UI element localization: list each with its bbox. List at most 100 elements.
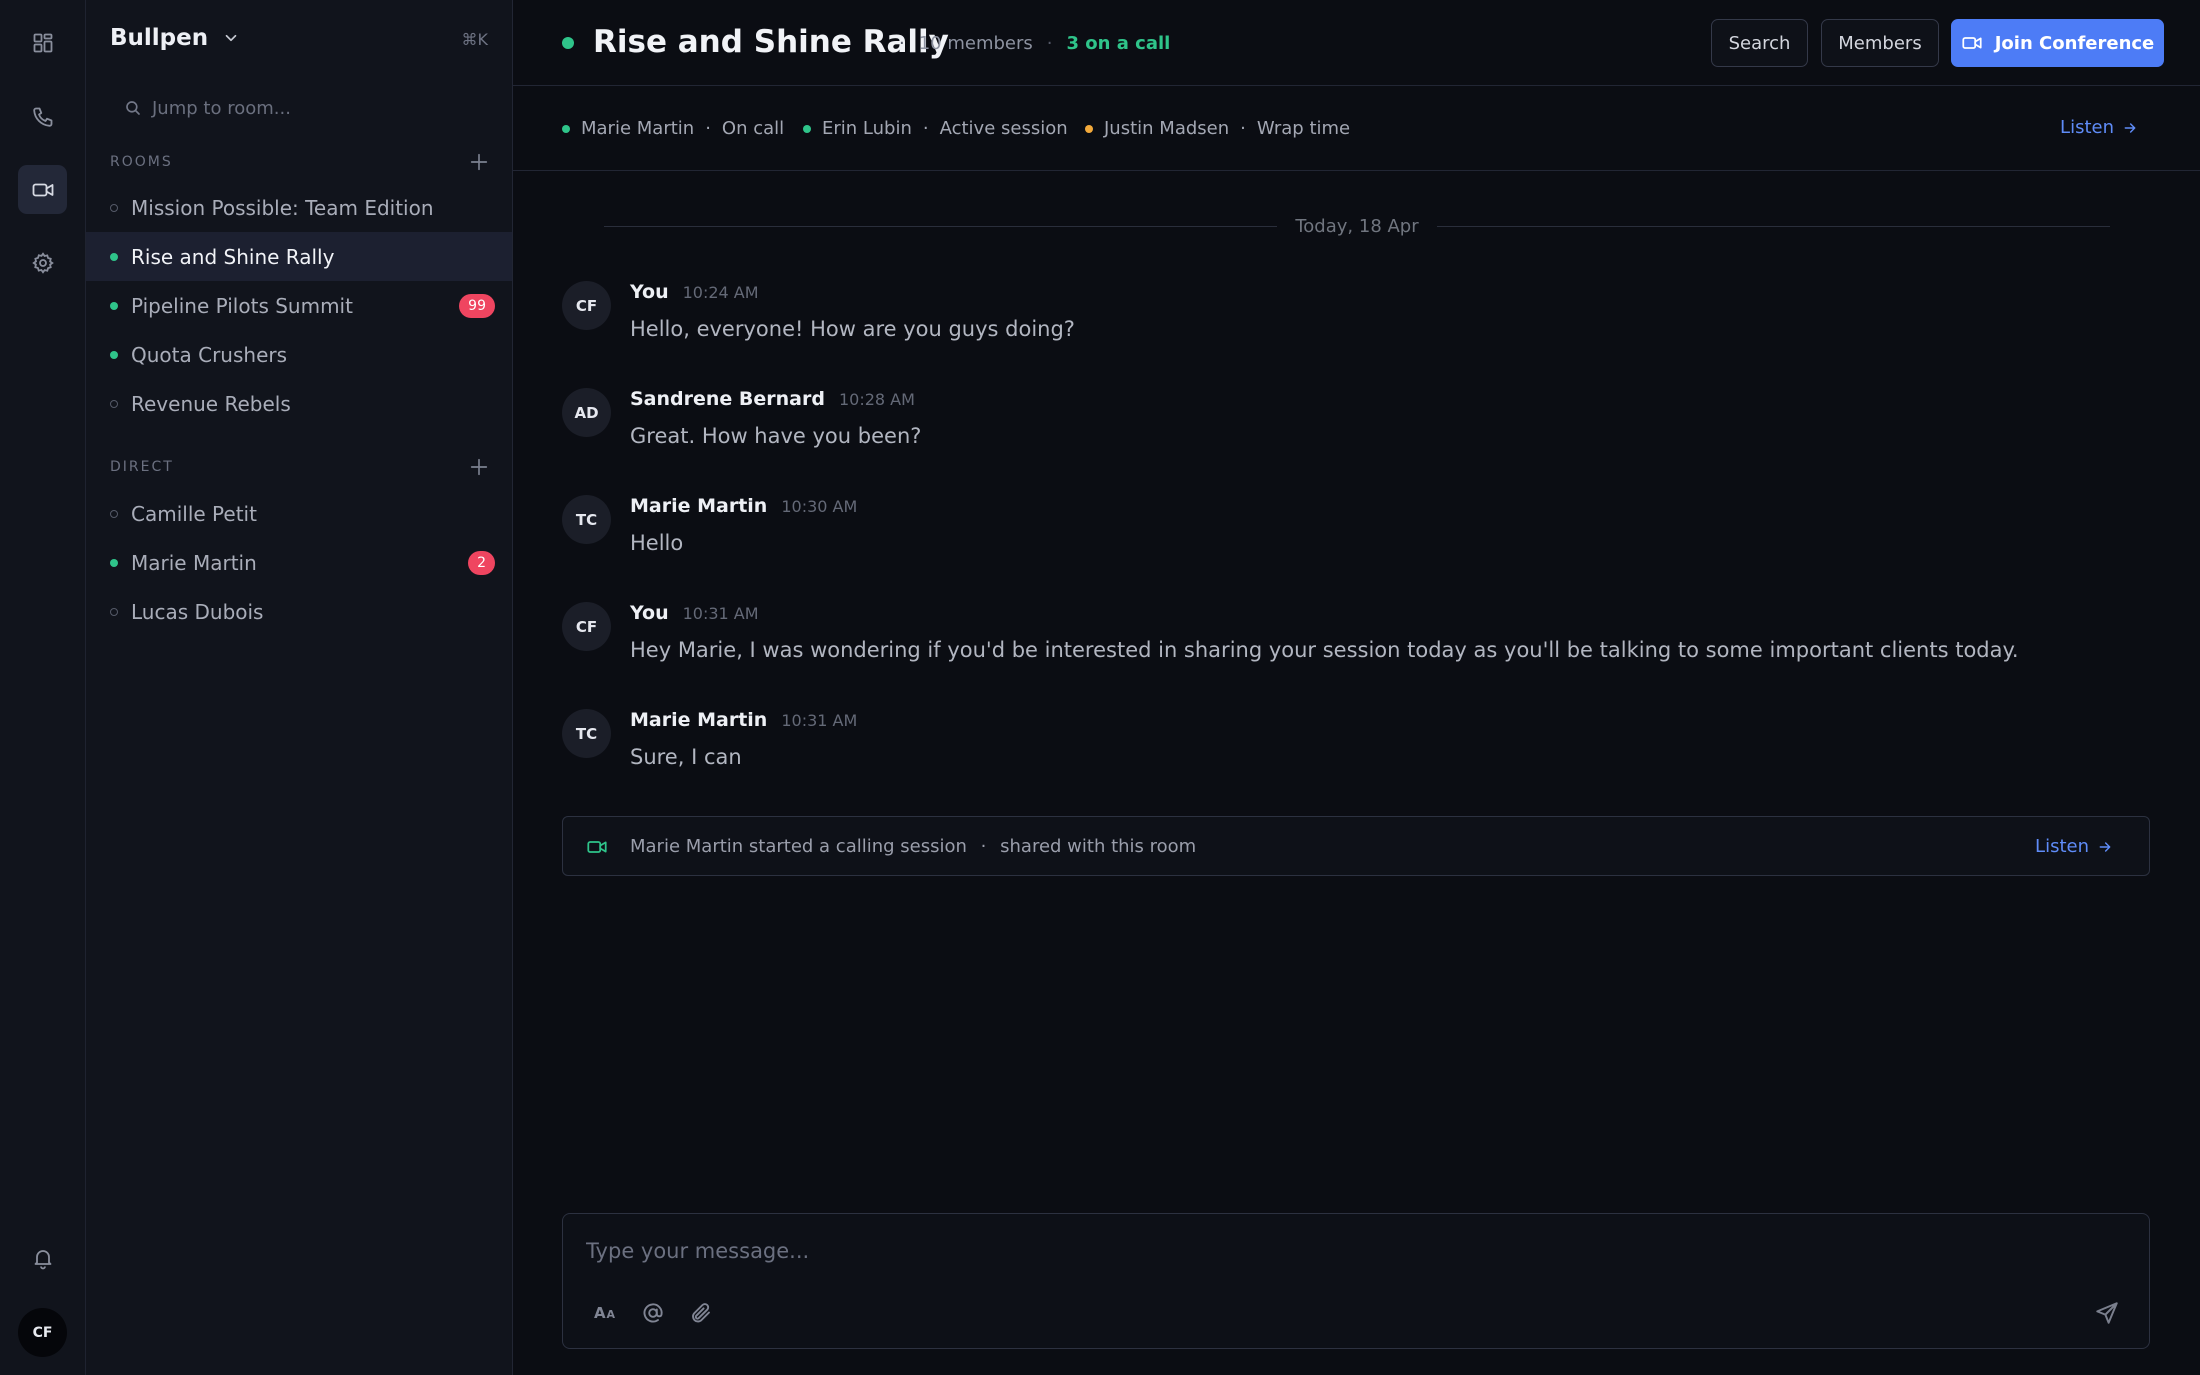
message-body: Great. How have you been? <box>630 424 922 448</box>
offline-dot <box>110 607 118 616</box>
message-header: You 10:24 AM <box>630 281 759 303</box>
message-time: 10:24 AM <box>682 283 759 302</box>
direct-label: DIRECT <box>110 459 174 475</box>
message-author[interactable]: You <box>630 281 669 303</box>
arrow-right-icon <box>2122 120 2138 136</box>
offline-dot <box>110 399 118 408</box>
separator: · <box>922 118 929 139</box>
sidebar-item-marie-martin[interactable]: Marie Martin 2 <box>86 538 512 587</box>
dm-label: Lucas Dubois <box>131 599 264 624</box>
agent-name: Marie Martin <box>581 118 695 139</box>
join-conference-label: Join Conference <box>1994 32 2155 54</box>
sidebar-item-camille-petit[interactable]: Camille Petit <box>86 489 512 538</box>
online-dot <box>110 252 118 261</box>
sidebar-item-quota-crushers[interactable]: Quota Crushers <box>86 330 512 379</box>
gear-icon[interactable] <box>18 238 67 287</box>
join-conference-button[interactable]: Join Conference <box>1951 19 2164 67</box>
message-time: 10:28 AM <box>838 390 915 409</box>
sidebar-item-revenue-rebels[interactable]: Revenue Rebels <box>86 379 512 428</box>
message-author[interactable]: You <box>630 602 669 624</box>
sidebar-item-lucas-dubois[interactable]: Lucas Dubois <box>86 587 512 636</box>
status-dot <box>803 124 811 133</box>
arrow-right-icon <box>2097 839 2113 855</box>
listen-label: Listen <box>2060 117 2114 138</box>
agent-status: On call <box>721 118 785 139</box>
add-direct-icon[interactable] <box>468 456 490 478</box>
app-rail: CF <box>0 0 86 1375</box>
status-dot <box>1085 124 1093 133</box>
avatar[interactable]: CF <box>562 602 611 651</box>
agent-status: Active session <box>939 118 1068 139</box>
room-label: Mission Possible: Team Edition <box>131 195 434 220</box>
search-placeholder: Jump to room... <box>152 97 291 119</box>
workspace-switcher[interactable]: Bullpen <box>110 25 240 51</box>
sidebar-item-pipeline-pilots-summit[interactable]: Pipeline Pilots Summit 99 <box>86 281 512 330</box>
separator: · <box>980 836 987 857</box>
search-button[interactable]: Search <box>1711 19 1808 67</box>
avatar[interactable]: TC <box>562 709 611 758</box>
room-label: Quota Crushers <box>131 342 288 367</box>
agent-status-justin-madsen: Justin Madsen · Wrap time <box>1085 118 1350 139</box>
members-count: 10 members <box>918 33 1033 54</box>
separator: · <box>1240 118 1246 139</box>
status-dot <box>562 124 570 133</box>
listen-link[interactable]: Listen <box>2060 117 2138 138</box>
session-description: Marie Martin started a calling session <box>630 836 967 857</box>
message-author[interactable]: Marie Martin <box>630 495 767 517</box>
shortcut-hint: ⌘K <box>461 30 489 49</box>
room-search[interactable]: Jump to room... <box>110 88 490 128</box>
message-header: Sandrene Bernard 10:28 AM <box>630 388 915 410</box>
attach-icon[interactable] <box>685 1297 717 1329</box>
unread-badge: 99 <box>459 294 495 318</box>
phone-icon[interactable] <box>18 92 67 141</box>
sidebar-item-mission-possible[interactable]: Mission Possible: Team Edition <box>86 183 512 232</box>
avatar[interactable]: AD <box>562 388 611 437</box>
send-icon[interactable] <box>2089 1295 2125 1331</box>
chevron-down-icon <box>222 29 240 47</box>
avatar[interactable]: CF <box>562 281 611 330</box>
separator: · <box>1046 33 1053 54</box>
mention-icon[interactable] <box>637 1297 669 1329</box>
rooms-section-header: ROOMS <box>110 148 490 176</box>
dashboard-icon[interactable] <box>18 18 67 67</box>
unread-badge: 2 <box>468 551 495 575</box>
sidebar-item-rise-and-shine-rally[interactable]: Rise and Shine Rally <box>86 232 512 281</box>
separator: · <box>705 118 711 139</box>
message-body: Hello, everyone! How are you guys doing? <box>630 317 1075 341</box>
message-author[interactable]: Sandrene Bernard <box>630 388 825 410</box>
rooms-label: ROOMS <box>110 154 173 170</box>
room-header: Rise and Shine Rally · 10 members · 3 on… <box>513 0 2200 86</box>
members-button[interactable]: Members <box>1821 19 1939 67</box>
message-body: Hey Marie, I was wondering if you'd be i… <box>630 638 2019 662</box>
video-icon[interactable] <box>18 165 67 214</box>
agent-name: Erin Lubin <box>822 118 912 139</box>
message-header: Marie Martin 10:30 AM <box>630 495 857 517</box>
message-time: 10:30 AM <box>781 497 858 516</box>
offline-dot <box>110 509 118 518</box>
bell-icon[interactable] <box>18 1233 67 1282</box>
message-body: Sure, I can <box>630 745 742 769</box>
date-divider: Today, 18 Apr <box>604 216 2110 237</box>
avatar[interactable]: TC <box>562 495 611 544</box>
listen-label: Listen <box>2035 836 2089 857</box>
sidebar: Bullpen ⌘K Jump to room... ROOMS Mission… <box>86 0 513 1375</box>
calling-session-card: Marie Martin started a calling session ·… <box>562 816 2150 876</box>
video-icon <box>1961 32 1983 54</box>
message-composer: Aa <box>562 1213 2150 1349</box>
separator: · <box>899 33 905 54</box>
room-meta: · 10 members · 3 on a call <box>899 33 1170 54</box>
offline-dot <box>110 203 118 212</box>
message-author[interactable]: Marie Martin <box>630 709 767 731</box>
session-listen-link[interactable]: Listen <box>2035 836 2113 857</box>
direct-section-header: DIRECT <box>110 453 490 481</box>
user-avatar[interactable]: CF <box>18 1308 67 1357</box>
format-glyph: Aa <box>593 1304 617 1322</box>
search-icon <box>124 99 142 117</box>
room-status-dot <box>562 37 574 49</box>
format-text-icon[interactable]: Aa <box>589 1297 621 1329</box>
message-input[interactable] <box>586 1234 2086 1268</box>
message-time: 10:31 AM <box>682 604 759 623</box>
room-label: Rise and Shine Rally <box>131 244 335 269</box>
dm-label: Marie Martin <box>131 550 257 575</box>
add-room-icon[interactable] <box>468 151 490 173</box>
